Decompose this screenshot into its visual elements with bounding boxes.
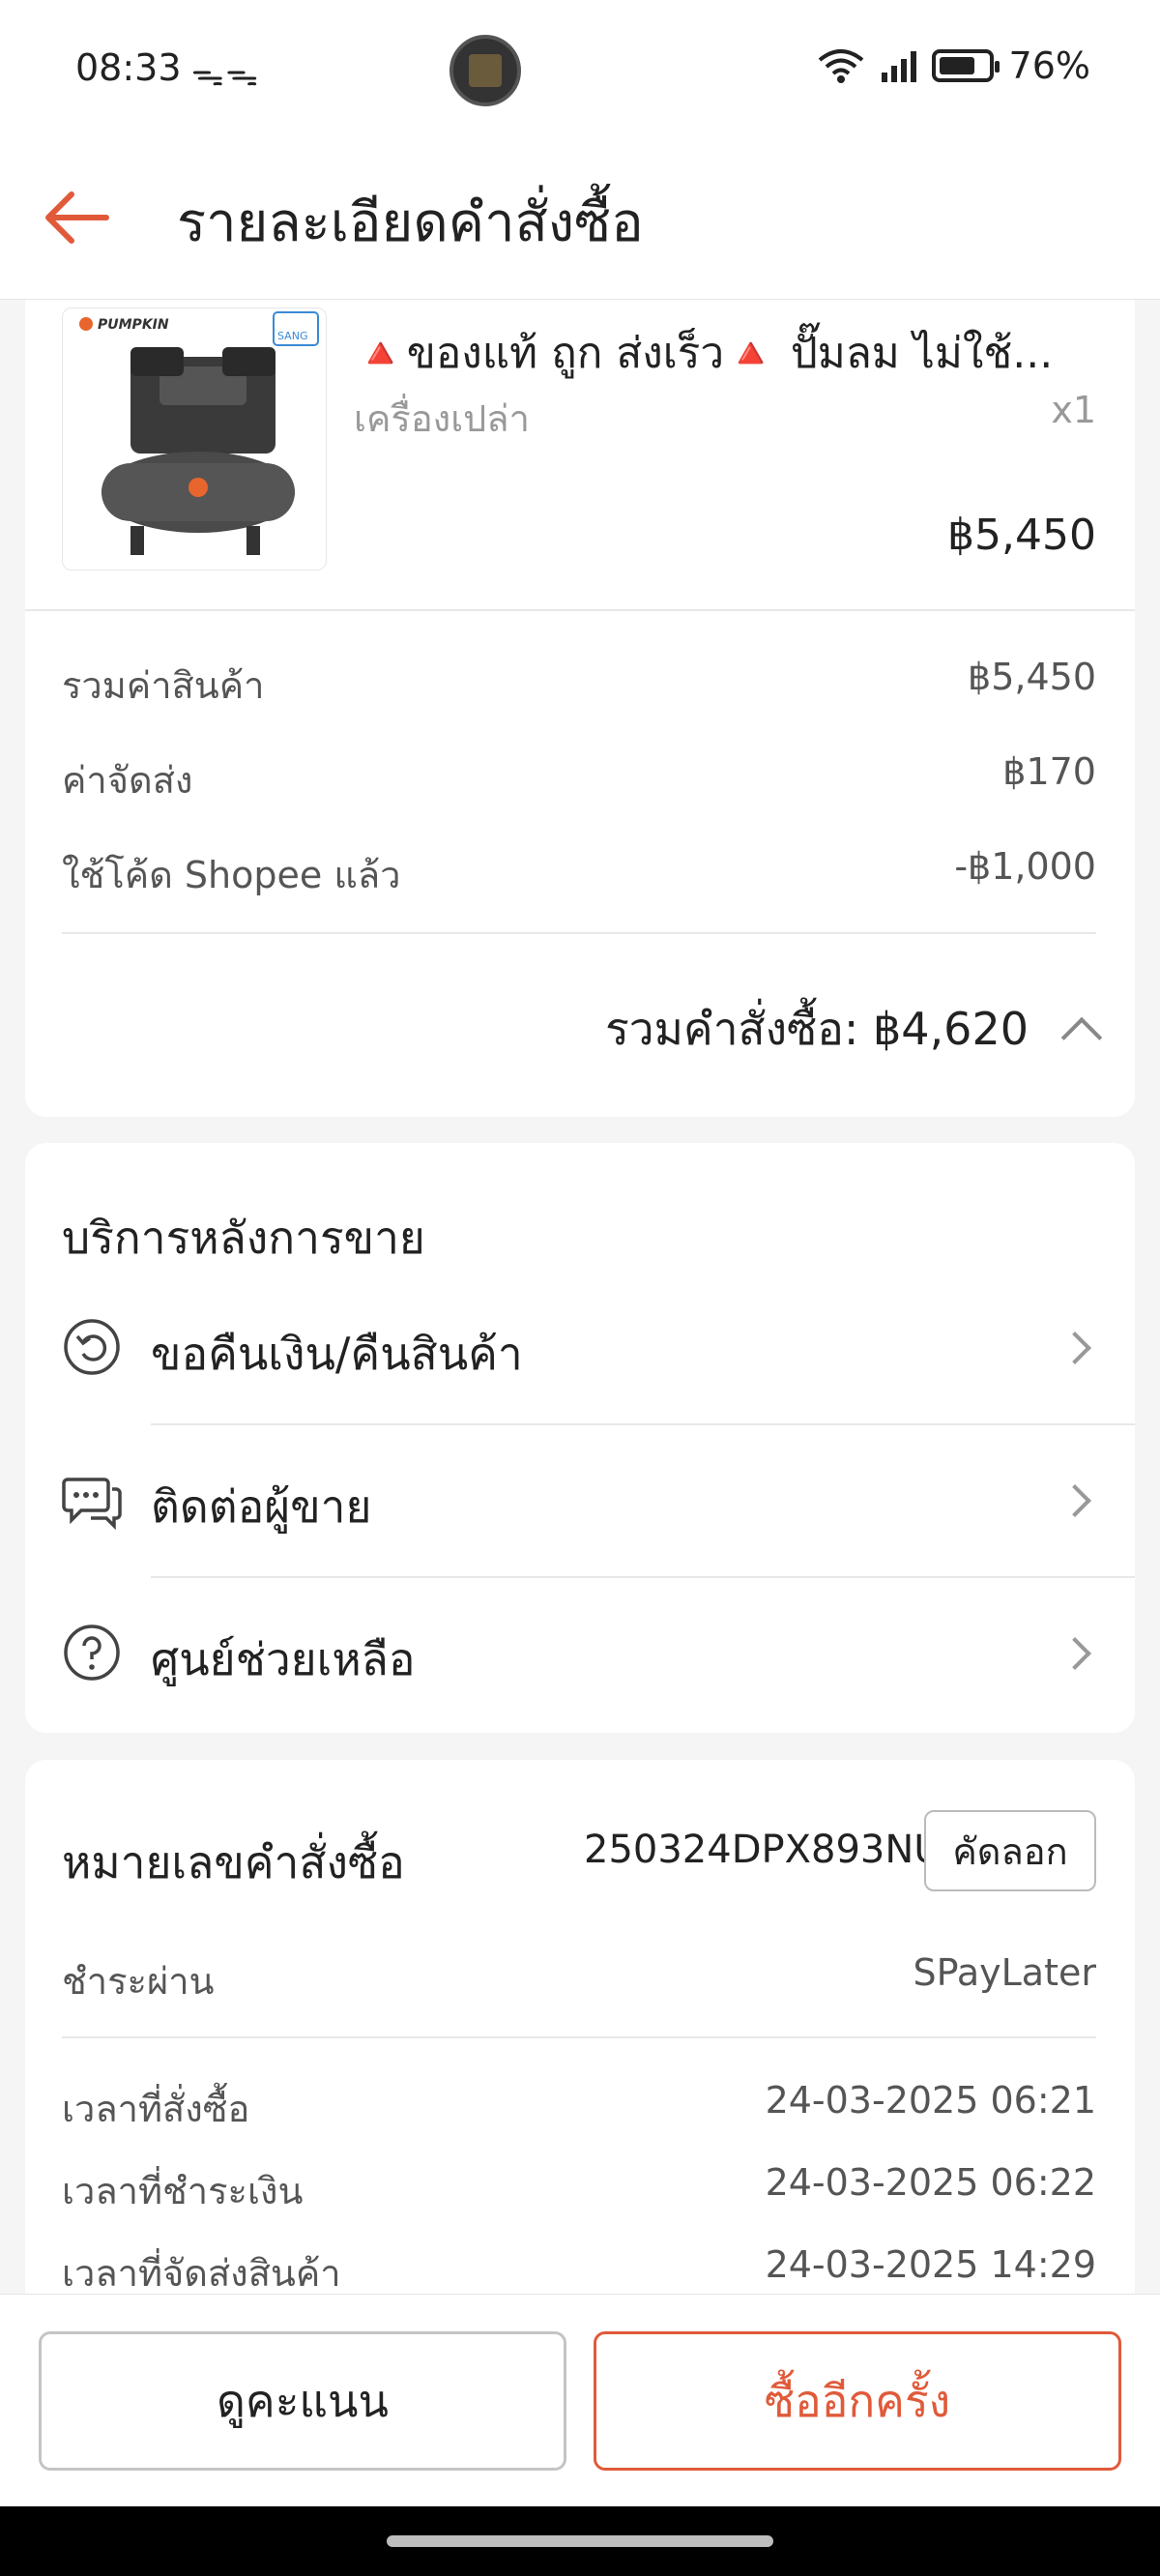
app-bar: รายละเอียดคำสั่งซื้อ xyxy=(0,140,1160,300)
return-icon xyxy=(64,1319,120,1375)
voucher-value: -฿1,000 xyxy=(954,845,1096,888)
page-title: รายละเอียดคำสั่งซื้อ xyxy=(177,191,644,254)
after-sales-title: บริการหลังการขาย xyxy=(62,1212,425,1264)
home-gesture-handle[interactable] xyxy=(387,2535,773,2547)
voucher-label: ใช้โค้ด Shopee แล้ว xyxy=(62,854,401,896)
order-time-value: 24-03-2025 06:21 xyxy=(765,2079,1096,2122)
product-price: ฿5,450 xyxy=(947,511,1096,560)
signal-icon xyxy=(881,49,916,82)
shop-badge: SANG xyxy=(277,330,307,342)
floating-app-bubble-icon[interactable] xyxy=(450,35,521,106)
order-summary-card: PUMPKIN SANG 🔺ของแท้ ถูก ส่งเร็ว🔺 ปั๊มลม… xyxy=(25,300,1135,1117)
shipping-label: ค่าจัดส่ง xyxy=(62,759,193,802)
back-button[interactable] xyxy=(39,179,116,256)
bottom-action-bar: ดูคะแนน ซื้ออีกครั้ง xyxy=(0,2294,1160,2506)
help-center-item[interactable]: ศูนย์ช่วยเหลือ xyxy=(25,1578,1135,1731)
chat-icon xyxy=(62,1478,122,1530)
wifi-icon xyxy=(818,49,863,83)
chevron-right-icon xyxy=(1058,1637,1091,1670)
divider xyxy=(25,609,1135,611)
product-title[interactable]: 🔺ของแท้ ถูก ส่งเร็ว🔺 ปั๊มลม ไม่ใช้... xyxy=(354,319,1127,387)
buy-again-button[interactable]: ซื้ออีกครั้ง xyxy=(594,2331,1121,2471)
system-nav-bar xyxy=(0,2506,1160,2576)
shipping-value: ฿170 xyxy=(1002,750,1096,793)
product-quantity: x1 xyxy=(1051,389,1096,431)
chevron-right-icon xyxy=(1058,1484,1091,1517)
copy-order-number-button[interactable]: คัดลอก xyxy=(924,1810,1096,1891)
product-brand: PUMPKIN xyxy=(98,317,169,333)
chevron-up-icon xyxy=(1060,1016,1103,1058)
battery-percent: 76% xyxy=(1008,44,1090,87)
status-right: 76% xyxy=(816,44,1090,87)
divider xyxy=(62,932,1096,934)
battery-icon xyxy=(931,49,1000,82)
status-bar: 08:33 ᯓᯓ 76% xyxy=(0,0,1160,140)
return-refund-label: ขอคืนเงิน/คืนสินค้า xyxy=(151,1328,523,1380)
order-total-label: รวมคำสั่งซื้อ: xyxy=(605,1003,859,1055)
view-rating-button[interactable]: ดูคะแนน xyxy=(39,2331,566,2471)
contact-seller-item[interactable]: ติดต่อผู้ขาย xyxy=(25,1425,1135,1578)
payment-time-value: 24-03-2025 06:22 xyxy=(765,2161,1096,2204)
product-variant: เครื่องเปล่า xyxy=(354,397,530,440)
order-total-toggle[interactable]: รวมคำสั่งซื้อ: ฿4,620 xyxy=(605,994,1103,1065)
subtotal-value: ฿5,450 xyxy=(968,656,1096,698)
return-refund-item[interactable]: ขอคืนเงิน/คืนสินค้า xyxy=(25,1273,1135,1425)
arrow-left-icon xyxy=(45,191,109,244)
payment-method-value: SPayLater xyxy=(913,1951,1096,1994)
order-time-label: เวลาที่สั่งซื้อ xyxy=(62,2088,250,2130)
notification-icons: ᯓᯓ xyxy=(191,55,261,94)
contact-seller-label: ติดต่อผู้ขาย xyxy=(151,1480,372,1533)
divider xyxy=(62,2036,1096,2038)
order-number-label: หมายเลขคำสั่งซื้อ xyxy=(62,1836,405,1888)
payment-method-label: ชำระผ่าน xyxy=(62,1960,215,2003)
status-time: 08:33 xyxy=(75,46,182,89)
payment-time-label: เวลาที่ชำระเงิน xyxy=(62,2170,304,2212)
order-total-text: รวมคำสั่งซื้อ: ฿4,620 xyxy=(605,994,1029,1065)
ship-time-value: 24-03-2025 14:29 xyxy=(765,2243,1096,2286)
product-image[interactable]: PUMPKIN SANG xyxy=(62,307,327,571)
help-center-label: ศูนย์ช่วยเหลือ xyxy=(151,1633,416,1685)
help-icon xyxy=(64,1625,120,1681)
order-total-value: ฿4,620 xyxy=(873,1003,1029,1055)
subtotal-label: รวมค่าสินค้า xyxy=(62,664,265,707)
after-sales-card: บริการหลังการขาย ขอคืนเงิน/คืนสินค้า ติด… xyxy=(25,1143,1135,1733)
order-number-value: 250324DPX893NU xyxy=(584,1828,942,1872)
chevron-right-icon xyxy=(1058,1332,1091,1364)
